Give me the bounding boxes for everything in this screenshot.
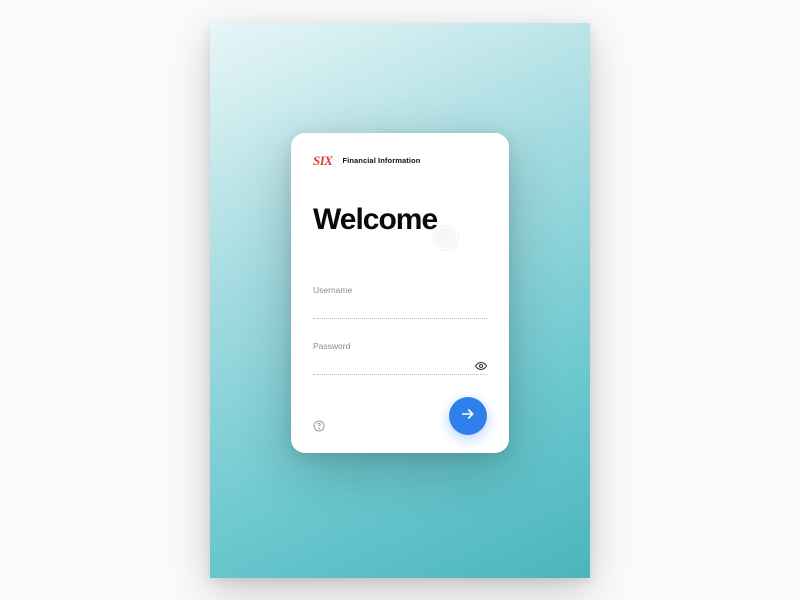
password-label: Password — [313, 341, 487, 351]
arrow-right-icon — [460, 406, 476, 425]
help-icon[interactable] — [313, 419, 325, 431]
touch-ripple-icon — [433, 225, 459, 251]
username-field: Username — [313, 285, 487, 319]
brand-row: SIX Financial Information — [313, 153, 487, 169]
login-card: SIX Financial Information Welcome Userna… — [291, 133, 509, 453]
title-text: Welcome — [313, 203, 437, 236]
password-field: Password — [313, 341, 487, 375]
login-form: Username Password — [313, 285, 487, 375]
username-input[interactable] — [313, 302, 487, 319]
username-label: Username — [313, 285, 487, 295]
logo: SIX — [313, 153, 332, 169]
app-background: SIX Financial Information Welcome Userna… — [210, 23, 590, 578]
password-input[interactable] — [313, 358, 487, 375]
brand-subtitle: Financial Information — [342, 156, 420, 165]
eye-icon[interactable] — [475, 359, 487, 371]
submit-button[interactable] — [449, 397, 487, 435]
page-title: Welcome — [313, 203, 487, 237]
card-footer — [313, 397, 487, 435]
